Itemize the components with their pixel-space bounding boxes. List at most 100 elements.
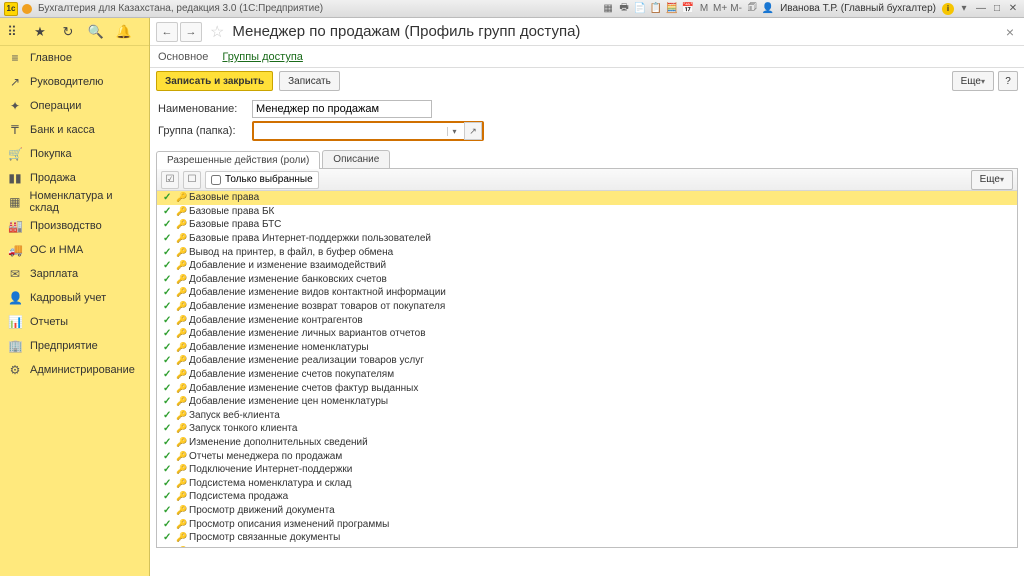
check-all-button[interactable]: ☑: [161, 171, 179, 189]
role-row[interactable]: ✓🔑Добавление изменение счетов фактур выд…: [157, 381, 1017, 395]
check-icon: ✓: [163, 219, 173, 230]
role-row[interactable]: ✓🔑Добавление изменение банковских счетов: [157, 273, 1017, 287]
role-row[interactable]: ✓🔑Добавление изменение реализации товаро…: [157, 354, 1017, 368]
group-input[interactable]: [257, 123, 447, 139]
sidebar-item[interactable]: ✉Зарплата: [0, 262, 149, 286]
more-button[interactable]: Еще: [952, 71, 994, 91]
tab-groups[interactable]: Группы доступа: [222, 51, 302, 67]
role-row[interactable]: ✓🔑Добавление изменение контрагентов: [157, 313, 1017, 327]
sidebar-item[interactable]: 🏢Предприятие: [0, 334, 149, 358]
current-user[interactable]: Иванова Т.Р. (Главный бухгалтер): [780, 3, 936, 14]
page-header: ← → ☆ Менеджер по продажам (Профиль груп…: [150, 18, 1024, 46]
role-label: Сохранение данных пользователя: [189, 546, 349, 547]
role-row[interactable]: ✓🔑Вывод на принтер, в файл, в буфер обме…: [157, 245, 1017, 259]
role-row[interactable]: ✓🔑Добавление изменение возврат товаров о…: [157, 300, 1017, 314]
forward-button[interactable]: →: [180, 22, 202, 42]
role-row[interactable]: ✓🔑Просмотр описания изменений программы: [157, 517, 1017, 531]
calc-icon[interactable]: 🧮: [665, 2, 679, 16]
group-label: Группа (папка):: [158, 125, 252, 137]
role-row[interactable]: ✓🔑Подсистема продажа: [157, 490, 1017, 504]
uncheck-all-button[interactable]: ☐: [183, 171, 201, 189]
save-button[interactable]: Записать: [279, 71, 340, 91]
role-row[interactable]: ✓🔑Добавление изменение номенклатуры: [157, 341, 1017, 355]
role-label: Отчеты менеджера по продажам: [189, 451, 342, 462]
print-icon[interactable]: 🖶: [617, 2, 631, 16]
role-row[interactable]: ✓🔑Добавление изменение цен номенклатуры: [157, 395, 1017, 409]
role-row[interactable]: ✓🔑Базовые права БТС: [157, 218, 1017, 232]
sidebar-item[interactable]: 🛒Покупка: [0, 142, 149, 166]
sidebar-item[interactable]: 🏭Производство: [0, 214, 149, 238]
group-dropdown-icon[interactable]: ▾: [447, 127, 461, 136]
role-row[interactable]: ✓🔑Просмотр движений документа: [157, 504, 1017, 518]
name-input[interactable]: [252, 100, 432, 118]
m-minus-icon[interactable]: M-: [729, 2, 743, 16]
sidebar-item[interactable]: ₸Банк и касса: [0, 118, 149, 142]
search-doc-icon[interactable]: 🗊: [745, 2, 759, 16]
role-row[interactable]: ✓🔑Запуск тонкого клиента: [157, 422, 1017, 436]
sidebar-item[interactable]: 📊Отчеты: [0, 310, 149, 334]
role-row[interactable]: ✓🔑Добавление и изменение взаимодействий: [157, 259, 1017, 273]
m-plus-icon[interactable]: M+: [713, 2, 727, 16]
sidebar-item[interactable]: ≡Главное: [0, 46, 149, 70]
help-button[interactable]: ?: [998, 71, 1018, 91]
sidebar-item[interactable]: ▮▮Продажа: [0, 166, 149, 190]
sidebar-item[interactable]: 🚚ОС и НМА: [0, 238, 149, 262]
sidebar-label: Руководителю: [30, 76, 103, 88]
maximize-icon[interactable]: □: [990, 2, 1004, 16]
key-icon: 🔑: [176, 464, 186, 475]
doc-icon[interactable]: 📄: [633, 2, 647, 16]
role-label: Подключение Интернет-поддержки: [189, 464, 352, 475]
close-icon[interactable]: ✕: [1006, 2, 1020, 16]
key-icon: 🔑: [176, 383, 186, 394]
role-row[interactable]: ✓🔑Добавление изменение личных вариантов …: [157, 327, 1017, 341]
role-row[interactable]: ✓🔑Подсистема номенклатура и склад: [157, 476, 1017, 490]
role-row[interactable]: ✓🔑Базовые права БК: [157, 205, 1017, 219]
only-selected-checkbox[interactable]: Только выбранные: [205, 171, 319, 189]
bell-icon[interactable]: 🔔: [116, 24, 132, 40]
tb-icon[interactable]: ▦: [601, 2, 615, 16]
dropdown-icon[interactable]: ▾: [957, 2, 971, 16]
info-icon[interactable]: i: [942, 3, 954, 15]
menu-icon: 👤: [8, 291, 22, 305]
role-row[interactable]: ✓🔑Добавление изменение видов контактной …: [157, 286, 1017, 300]
tab-roles[interactable]: Разрешенные действия (роли): [156, 151, 320, 169]
sidebar-item[interactable]: 👤Кадровый учет: [0, 286, 149, 310]
star-icon[interactable]: ★: [32, 24, 48, 40]
key-icon: 🔑: [176, 396, 186, 407]
page-title: Менеджер по продажам (Профиль групп дост…: [230, 23, 580, 40]
clipboard-icon[interactable]: 📋: [649, 2, 663, 16]
role-row[interactable]: ✓🔑Запуск веб-клиента: [157, 409, 1017, 423]
history-icon[interactable]: ↻: [60, 24, 76, 40]
role-row[interactable]: ✓🔑Базовые права: [157, 191, 1017, 205]
favorite-star-icon[interactable]: ☆: [210, 22, 224, 42]
save-close-button[interactable]: Записать и закрыть: [156, 71, 273, 91]
calendar-icon[interactable]: 📅: [681, 2, 695, 16]
role-row[interactable]: ✓🔑Сохранение данных пользователя: [157, 544, 1017, 547]
tab-main[interactable]: Основное: [158, 51, 208, 67]
role-row[interactable]: ✓🔑Изменение дополнительных сведений: [157, 436, 1017, 450]
role-row[interactable]: ✓🔑Подключение Интернет-поддержки: [157, 463, 1017, 477]
close-page-button[interactable]: ×: [1002, 22, 1018, 42]
sidebar-item[interactable]: ✦Операции: [0, 94, 149, 118]
search-icon[interactable]: 🔍: [88, 24, 104, 40]
apps-icon[interactable]: ⠿: [4, 24, 20, 40]
group-open-icon[interactable]: ↗: [464, 122, 482, 140]
only-selected-input[interactable]: [211, 175, 221, 185]
role-row[interactable]: ✓🔑Просмотр связанные документы: [157, 531, 1017, 545]
role-row[interactable]: ✓🔑Базовые права Интернет-поддержки польз…: [157, 232, 1017, 246]
check-icon: ✓: [163, 315, 173, 326]
sidebar-item[interactable]: ▦Номенклатура и склад: [0, 190, 149, 214]
role-label: Добавление изменение банковских счетов: [189, 274, 387, 285]
tab-description[interactable]: Описание: [322, 150, 390, 168]
roles-more-button[interactable]: Еще: [971, 170, 1013, 190]
minimize-icon[interactable]: —: [974, 2, 988, 16]
role-row[interactable]: ✓🔑Отчеты менеджера по продажам: [157, 449, 1017, 463]
sidebar-item[interactable]: ⚙Администрирование: [0, 358, 149, 382]
roles-list[interactable]: ✓🔑Базовые права✓🔑Базовые права БК✓🔑Базов…: [157, 191, 1017, 547]
key-icon: 🔑: [176, 301, 186, 312]
back-button[interactable]: ←: [156, 22, 178, 42]
role-label: Просмотр движений документа: [189, 505, 335, 516]
role-row[interactable]: ✓🔑Добавление изменение счетов покупателя…: [157, 368, 1017, 382]
sidebar-item[interactable]: ↗Руководителю: [0, 70, 149, 94]
m-icon[interactable]: M: [697, 2, 711, 16]
